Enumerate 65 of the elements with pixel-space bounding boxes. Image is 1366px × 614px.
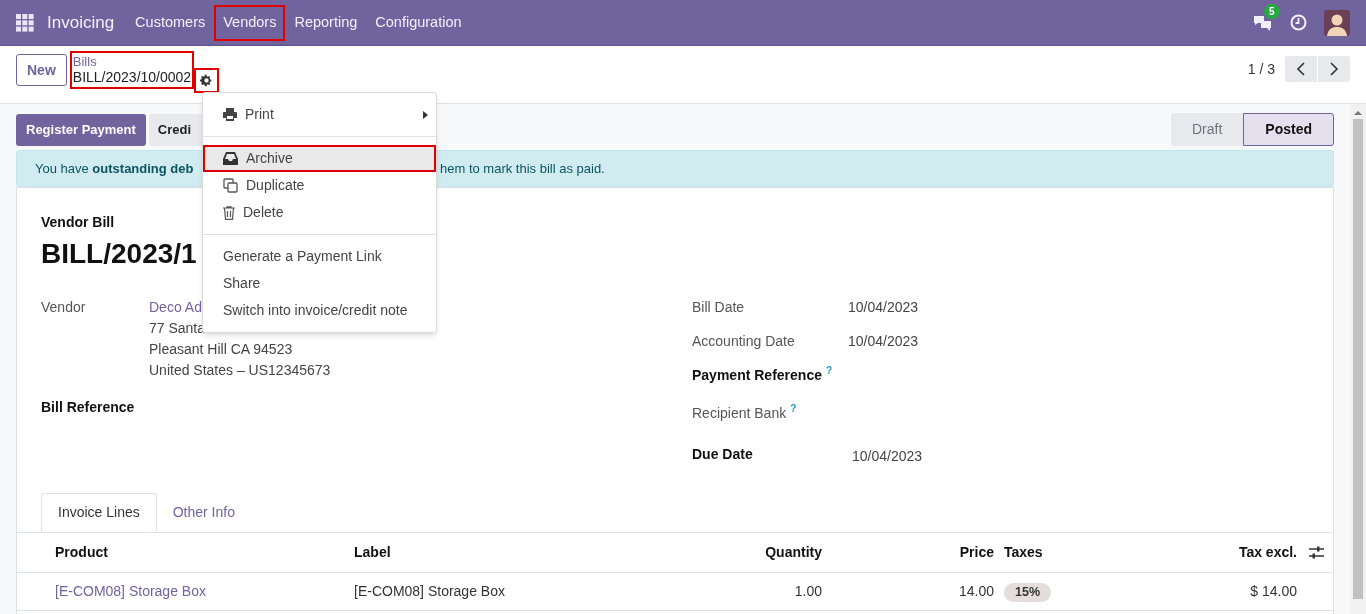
copy-icon	[223, 178, 238, 193]
address-line: United States – US12345673	[149, 361, 331, 380]
app-name[interactable]: Invoicing	[47, 9, 115, 36]
column-header[interactable]: Product	[55, 542, 354, 563]
nav-menu-item[interactable]: Reporting	[285, 4, 367, 41]
menu-item[interactable]: Switch into invoice/credit note	[203, 297, 436, 324]
tax-tag: 15%	[1004, 583, 1052, 602]
nav-menu-item[interactable]: Vendors	[214, 4, 286, 41]
column-header[interactable]: Price	[822, 542, 994, 563]
scrollbar[interactable]	[1350, 104, 1366, 614]
column-header[interactable]: Quantity	[692, 542, 822, 563]
field-value: 10/04/2023	[848, 332, 919, 351]
table-cell-text: 1.00	[793, 582, 822, 601]
field-label: Due Date	[692, 445, 753, 464]
document-type-label: Vendor Bill	[41, 213, 115, 232]
menu-item[interactable]: Delete	[203, 199, 436, 226]
register-payment-button[interactable]: Register Payment	[16, 113, 146, 146]
avatar-icon[interactable]	[1324, 9, 1350, 36]
apps-menu-icon[interactable]	[16, 13, 34, 32]
trash-icon	[223, 205, 235, 220]
column-header[interactable]: Taxes	[994, 542, 1100, 563]
field-label: Recipient Bank	[692, 404, 787, 423]
table-cell-text: [E-COM08] Storage Box	[354, 582, 506, 601]
menu-item[interactable]: Duplicate	[203, 172, 436, 199]
clock-icon[interactable]	[1290, 14, 1307, 31]
field-label: Vendor	[41, 298, 87, 317]
field-label: Payment Reference	[692, 366, 822, 385]
previous-button[interactable]	[1285, 56, 1317, 82]
column-settings-icon[interactable]	[1309, 546, 1324, 559]
next-button[interactable]	[1318, 56, 1350, 82]
form-tab[interactable]: Invoice Lines	[41, 493, 157, 532]
field-value: 10/04/2023	[848, 298, 919, 317]
field-label: Bill Reference	[41, 398, 136, 417]
chat-icon[interactable]	[1253, 13, 1273, 32]
settings-icon[interactable]	[200, 74, 214, 87]
menu-item[interactable]: Generate a Payment Link	[203, 243, 436, 270]
breadcrumb-link[interactable]: Bills	[72, 54, 192, 69]
pager-value: 1 / 3	[1247, 59, 1275, 79]
menu-item[interactable]: Share	[203, 270, 436, 297]
table-cell-text: 14.00	[957, 582, 994, 601]
field-label: Accounting Date	[692, 332, 795, 351]
column-header[interactable]: Label	[354, 542, 692, 563]
nav-menu-item[interactable]: Configuration	[366, 4, 471, 41]
document-title: BILL/2023/1	[41, 237, 197, 271]
status-step[interactable]: Draft	[1170, 113, 1244, 146]
field-value: 10/04/2023	[852, 447, 923, 466]
menu-item[interactable]: Archive	[203, 145, 436, 172]
column-header[interactable]: Tax excl.	[1100, 542, 1297, 563]
alert-text: You have outstanding deb	[35, 160, 194, 176]
field-label: Bill Date	[692, 298, 745, 317]
form-tab[interactable]: Other Info	[156, 493, 251, 532]
inbox-icon	[223, 152, 238, 165]
message-count-badge: 5	[1264, 3, 1280, 19]
address-line: Pleasant Hill CA 94523	[149, 340, 294, 359]
printer-icon	[223, 108, 237, 121]
chevron-left-icon	[1296, 62, 1306, 76]
new-button[interactable]: New	[16, 54, 67, 86]
record-name: BILL/2023/10/0002	[72, 69, 192, 86]
status-step[interactable]: Posted	[1243, 113, 1334, 146]
scroll-up-icon[interactable]	[1354, 110, 1362, 116]
nav-menu-item[interactable]: Customers	[126, 4, 215, 41]
product-link[interactable]: [E-COM08] Storage Box	[55, 581, 354, 602]
chevron-right-icon	[1329, 62, 1339, 76]
table-cell-text: $ 14.00	[1249, 582, 1297, 601]
alert-text: hem to mark this bill as paid.	[440, 159, 605, 178]
